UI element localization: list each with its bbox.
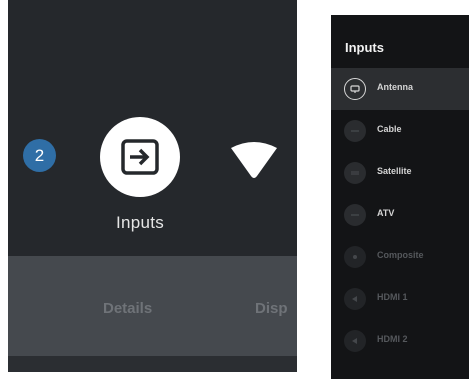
input-item-hdmi-1[interactable]: HDMI 1: [331, 278, 469, 320]
hdmi-icon: [344, 288, 366, 310]
input-item-hdmi-2[interactable]: HDMI 2: [331, 320, 469, 362]
input-item-cable[interactable]: Cable: [331, 110, 469, 152]
inputs-label: Inputs: [115, 213, 165, 232]
input-item-label: Antenna: [377, 82, 413, 92]
hdmi-icon: [344, 330, 366, 352]
tab-display[interactable]: Disp: [255, 300, 288, 317]
input-item-label: ATV: [377, 208, 395, 218]
input-item-label: Satellite: [377, 166, 412, 176]
input-item-label: Composite: [377, 250, 424, 260]
inputs-button[interactable]: [100, 117, 180, 197]
input-source-icon: [121, 139, 159, 175]
tab-details[interactable]: Details: [103, 300, 152, 317]
input-item-antenna[interactable]: Antenna: [331, 68, 469, 110]
input-item-label: HDMI 2: [377, 334, 408, 344]
bottom-strip: [8, 356, 297, 372]
inputs-side-panel: Inputs Antenna Cable Satellite ATV Compo…: [331, 15, 469, 379]
input-item-label: Cable: [377, 124, 402, 134]
wifi-icon[interactable]: [229, 140, 279, 180]
panel-title: Inputs: [345, 40, 384, 55]
satellite-icon: [344, 162, 366, 184]
input-item-composite[interactable]: Composite: [331, 236, 469, 278]
input-item-label: HDMI 1: [377, 292, 408, 302]
cable-icon: [344, 120, 366, 142]
input-item-atv[interactable]: ATV: [331, 194, 469, 236]
atv-icon: [344, 204, 366, 226]
quick-settings-panel: 2 Inputs Details Disp: [8, 0, 297, 372]
antenna-icon: [344, 78, 366, 100]
input-item-satellite[interactable]: Satellite: [331, 152, 469, 194]
notification-badge[interactable]: 2: [23, 139, 56, 172]
settings-tabs-bar: Details Disp: [8, 256, 297, 356]
composite-icon: [344, 246, 366, 268]
